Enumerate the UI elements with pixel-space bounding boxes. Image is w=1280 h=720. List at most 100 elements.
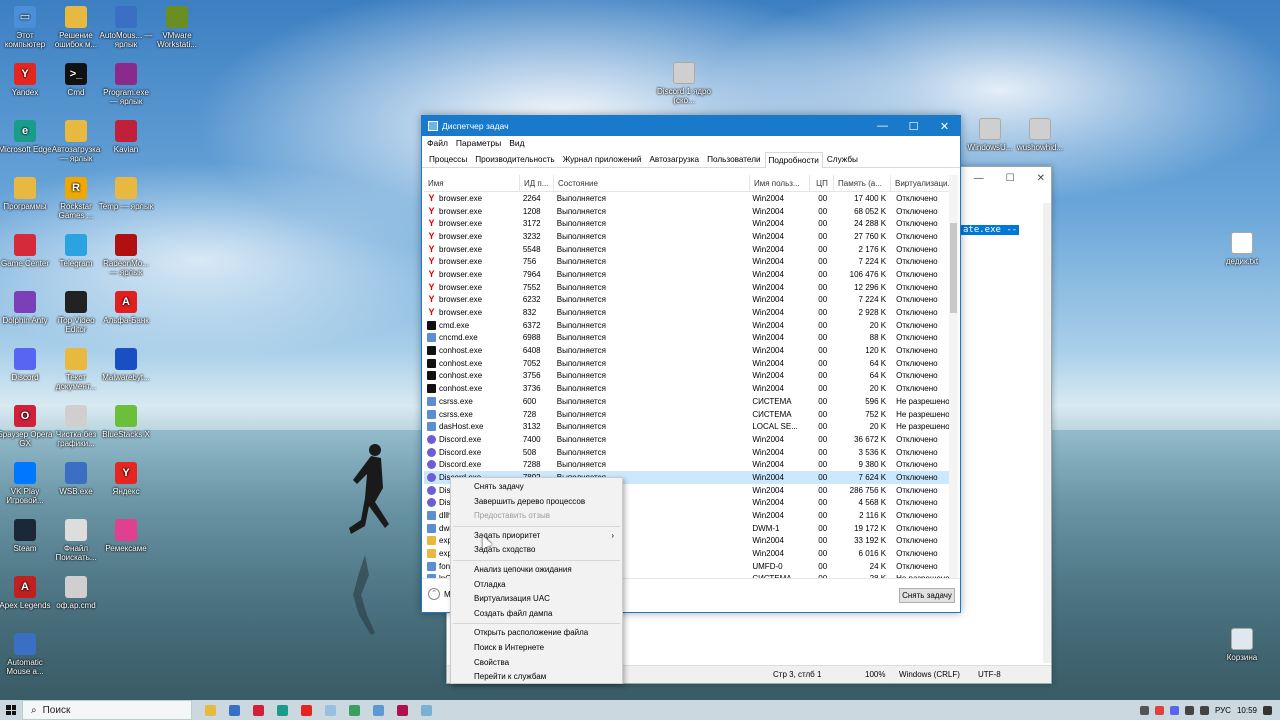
end-task-button[interactable]: Снять задачу: [899, 588, 955, 603]
context-menu-item[interactable]: Завершить дерево процессов: [451, 495, 622, 510]
table-row[interactable]: Ybrowser.exe 756 Выполняется Win2004 00 7 224…: [424, 255, 950, 268]
desktop-icon[interactable]: AutoMous... — ярлык: [98, 6, 154, 49]
desktop-icon[interactable]: Game Center: [0, 234, 53, 268]
tab-services[interactable]: Службы: [823, 151, 862, 167]
table-row[interactable]: Discord.exe 7400 Выполняется Win2004 00 36 67…: [424, 433, 950, 446]
desktop-icon[interactable]: >_ Cmd: [48, 63, 104, 97]
taskbar-app-button[interactable]: [366, 700, 390, 720]
context-menu-item[interactable]: Задать приоритет ›: [451, 529, 622, 544]
context-menu-item[interactable]: Открыть расположение файла: [451, 626, 622, 641]
desktop-icon[interactable]: Текст документ...: [48, 348, 104, 391]
desktop-icon[interactable]: Malwarebyt...: [98, 348, 154, 382]
language-indicator[interactable]: РУС: [1215, 706, 1231, 715]
context-menu-item[interactable]: Свойства: [451, 656, 622, 671]
scrollbar-thumb[interactable]: [950, 223, 957, 313]
col-status[interactable]: Состояние: [554, 175, 750, 191]
table-row[interactable]: conhost.exe 3736 Выполняется Win2004 00 20 K О…: [424, 382, 950, 395]
table-row[interactable]: Ybrowser.exe 7552 Выполняется Win2004 00 12 2…: [424, 281, 950, 294]
notepad-scrollbar[interactable]: [1043, 203, 1051, 663]
tab-details[interactable]: Подробности: [764, 152, 823, 168]
desktop-icon[interactable]: Discord: [0, 348, 53, 382]
close-icon[interactable]: ✕: [929, 120, 960, 133]
context-menu-item[interactable]: Перейти к службам: [451, 670, 622, 685]
desktop-icon[interactable]: дедик.txt: [1214, 232, 1270, 266]
table-row[interactable]: Ybrowser.exe 832 Выполняется Win2004 00 2 928…: [424, 306, 950, 319]
context-menu-item[interactable]: Отладка: [451, 578, 622, 593]
table-row[interactable]: Ybrowser.exe 7964 Выполняется Win2004 00 106 …: [424, 268, 950, 281]
desktop-icon[interactable]: Фнайл Поискать...: [48, 519, 104, 562]
col-name[interactable]: Имя: [424, 175, 520, 191]
tab-app-history[interactable]: Журнал приложений: [559, 151, 646, 167]
tray-chevron-icon[interactable]: [1139, 705, 1149, 715]
table-row[interactable]: dasHost.exe 3132 Выполняется LOCAL SE... 00 2…: [424, 420, 950, 433]
col-user[interactable]: Имя польз...: [750, 175, 810, 191]
table-row[interactable]: Ybrowser.exe 5548 Выполняется Win2004 00 2 17…: [424, 243, 950, 256]
table-row[interactable]: csrss.exe 728 Выполняется СИСТЕМА 00 752 K Не …: [424, 408, 950, 421]
network-icon[interactable]: [1184, 705, 1194, 715]
desktop-icon[interactable]: iTop Video Editor: [48, 291, 104, 334]
desktop-icon[interactable]: Решение ошибок м...: [48, 6, 104, 49]
context-menu-item[interactable]: Снять задачу: [451, 480, 622, 495]
close-icon[interactable]: ✕: [1037, 173, 1045, 184]
table-row[interactable]: conhost.exe 3756 Выполняется Win2004 00 64 K О…: [424, 370, 950, 383]
desktop-icon[interactable]: A Альфа-Банк: [98, 291, 154, 325]
selected-text[interactable]: ate.exe --: [961, 225, 1020, 235]
desktop-icon[interactable]: RadeonMo... — ярлык: [98, 234, 154, 277]
desktop-icon[interactable]: Automatic Mouse a...: [0, 633, 53, 676]
menu-view[interactable]: Вид: [509, 138, 524, 148]
desktop-icon[interactable]: O Браузер Opera GX: [0, 405, 53, 448]
taskbar-app-button[interactable]: [342, 700, 366, 720]
volume-icon[interactable]: [1199, 705, 1209, 715]
menu-file[interactable]: Файл: [427, 138, 448, 148]
tray-discord-icon[interactable]: [1169, 705, 1179, 715]
table-row[interactable]: Ybrowser.exe 2264 Выполняется Win2004 00 17 4…: [424, 192, 950, 205]
desktop-icon[interactable]: Kavian: [98, 120, 154, 154]
tab-users[interactable]: Пользователи: [703, 151, 764, 167]
desktop-icon[interactable]: Temp — ярлык: [98, 177, 154, 211]
desktop-icon[interactable]: Program.exe — ярлык: [98, 63, 154, 106]
desktop-icon[interactable]: e Microsoft Edge: [0, 120, 53, 154]
table-row[interactable]: conhost.exe 6408 Выполняется Win2004 00 120 K…: [424, 344, 950, 357]
menu-options[interactable]: Параметры: [456, 138, 501, 148]
desktop-icon[interactable]: Ремексаме: [98, 519, 154, 553]
table-row[interactable]: cmd.exe 6372 Выполняется Win2004 00 20 K Отклю…: [424, 319, 950, 332]
col-pid[interactable]: ИД п...: [520, 175, 554, 191]
taskbar-app-button[interactable]: [294, 700, 318, 720]
taskbar-app-button[interactable]: [270, 700, 294, 720]
desktop-icon[interactable]: VMware Workstati...: [149, 6, 205, 49]
desktop-icon[interactable]: Чистка без графики...: [48, 405, 104, 448]
context-menu-item[interactable]: Создать файл дампа: [451, 607, 622, 622]
table-scrollbar[interactable]: [949, 175, 958, 579]
desktop-icon[interactable]: WindowsU...: [962, 118, 1018, 152]
context-menu-item[interactable]: Анализ цепочки ожидания: [451, 563, 622, 578]
taskbar-app-button[interactable]: [198, 700, 222, 720]
taskbar-app-button[interactable]: [414, 700, 438, 720]
taskbar-app-button[interactable]: [318, 700, 342, 720]
taskbar-search[interactable]: ⌕ Поиск: [22, 700, 192, 720]
table-row[interactable]: csrss.exe 600 Выполняется СИСТЕМА 00 596 K Не …: [424, 395, 950, 408]
table-row[interactable]: Ybrowser.exe 3172 Выполняется Win2004 00 24 2…: [424, 217, 950, 230]
desktop-icon[interactable]: оф.ар.cmd: [48, 576, 104, 610]
tab-performance[interactable]: Производительность: [471, 151, 558, 167]
context-menu-item[interactable]: Поиск в Интернете: [451, 641, 622, 656]
desktop-icon[interactable]: Discord 1 ядро (ско...: [656, 62, 712, 105]
taskbar-app-button[interactable]: [246, 700, 270, 720]
table-row[interactable]: Ybrowser.exe 3232 Выполняется Win2004 00 27 7…: [424, 230, 950, 243]
notifications-icon[interactable]: [1263, 705, 1272, 715]
table-row[interactable]: conhost.exe 7052 Выполняется Win2004 00 64 K О…: [424, 357, 950, 370]
minimize-icon[interactable]: —: [974, 173, 984, 184]
desktop-icon[interactable]: Y Яндекс: [98, 462, 154, 496]
desktop-icon[interactable]: Y Yandex: [0, 63, 53, 97]
maximize-icon[interactable]: ☐: [898, 120, 929, 133]
desktop-icon[interactable]: Автозагрузка — ярлык: [48, 120, 104, 163]
desktop-icon[interactable]: Steam: [0, 519, 53, 553]
col-virtualization[interactable]: Виртуализаци...: [891, 175, 951, 191]
col-memory[interactable]: Память (а...: [834, 175, 891, 191]
context-menu-item[interactable]: Виртуализация UAC: [451, 592, 622, 607]
maximize-icon[interactable]: ☐: [1006, 173, 1015, 184]
table-row[interactable]: Discord.exe 7288 Выполняется Win2004 00 9 380…: [424, 458, 950, 471]
table-row[interactable]: cncmd.exe 6988 Выполняется Win2004 00 88 K Отк…: [424, 332, 950, 345]
desktop-icon[interactable]: ▭ Этот компьютер: [0, 6, 53, 49]
table-row[interactable]: Ybrowser.exe 6232 Выполняется Win2004 00 7 22…: [424, 294, 950, 307]
table-row[interactable]: Ybrowser.exe 1208 Выполняется Win2004 00 68 0…: [424, 205, 950, 218]
